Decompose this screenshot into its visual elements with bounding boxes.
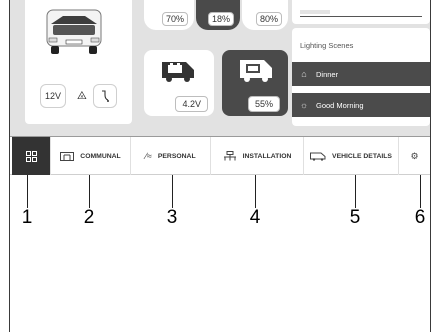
tab-label: VEHICLE DETAILS [332,152,392,160]
sofa-icon [60,151,75,161]
stat-value: 80% [255,12,282,26]
lighting-scenes-card: Lighting Scenes ⌂ Dinner ☼ Good Morning [292,28,430,126]
callout-number-2: 2 [83,207,95,228]
tab-installation[interactable]: INSTALLATION [210,137,303,175]
tab-personal[interactable]: ∕≈ PERSONAL [130,137,210,175]
stat-value: 70% [161,12,188,26]
dashboard-screen: 12V ⨻ 70% 18% 80% 4.2V 55% Lighting Scen… [10,0,430,136]
callout-leader [27,175,28,208]
tab-communal[interactable]: COMMUNAL [50,137,130,175]
scene-label: Dinner [316,69,339,79]
callout-number-5: 5 [349,207,361,228]
van-level-tile[interactable]: 55% [222,50,288,116]
grid-icon [25,150,37,162]
scene-good-morning-button[interactable]: ☼ Good Morning [292,93,430,117]
callout-number-6: 6 [414,207,426,228]
tile-value: 4.2V [175,96,208,112]
tab-label: COMMUNAL [80,152,121,160]
gear-icon: ⚙ [410,150,419,161]
network-icon [223,151,236,161]
tab-vehicle-details[interactable]: VEHICLE DETAILS [303,137,398,175]
stat-value: 18% [207,12,234,26]
tab-label: INSTALLATION [242,152,292,160]
callout-leader [420,175,421,208]
sliders-icon: ∕≈ [145,151,152,161]
van-battery-icon [162,62,194,82]
lighting-title: Lighting Scenes [300,41,354,50]
stat-tile-1[interactable]: 70% [144,0,194,30]
callout-leader [89,175,90,208]
bottom-nav: COMMUNAL ∕≈ PERSONAL INSTALLATION VEHICL… [10,136,430,175]
motorhome-image [46,9,102,54]
callout-leader [355,175,356,208]
divider [300,16,422,17]
callout-number-3: 3 [166,207,178,228]
scene-label: Good Morning [316,100,364,110]
battery-12v-chip[interactable]: 12V [40,84,66,108]
lamp-icon: ⌂ [301,69,307,79]
van-icon [310,152,326,161]
tile-value: 55% [247,96,280,112]
progress-bar [300,10,330,14]
vehicle-card: 12V ⨻ [25,0,132,124]
van-battery-tile[interactable]: 4.2V [144,50,214,116]
callout-leader [172,175,173,208]
callout-number-4: 4 [249,207,261,228]
device-frame: 12V ⨻ 70% 18% 80% 4.2V 55% Lighting Scen… [9,0,431,332]
right-top-card [292,0,430,24]
sunrise-icon: ☼ [299,100,309,110]
callout-leader [255,175,256,208]
hose-icon[interactable] [93,84,117,108]
tab-label: PERSONAL [157,152,196,160]
scene-dinner-button[interactable]: ⌂ Dinner [292,62,430,86]
van-battery-icon [240,60,272,82]
stat-tile-3[interactable]: 80% [242,0,288,30]
nav-home-button[interactable] [12,137,50,175]
stat-tile-2[interactable]: 18% [196,0,240,30]
callout-number-1: 1 [21,207,33,228]
plug-icon: ⨻ [77,90,87,102]
settings-button[interactable]: ⚙ [398,137,430,175]
